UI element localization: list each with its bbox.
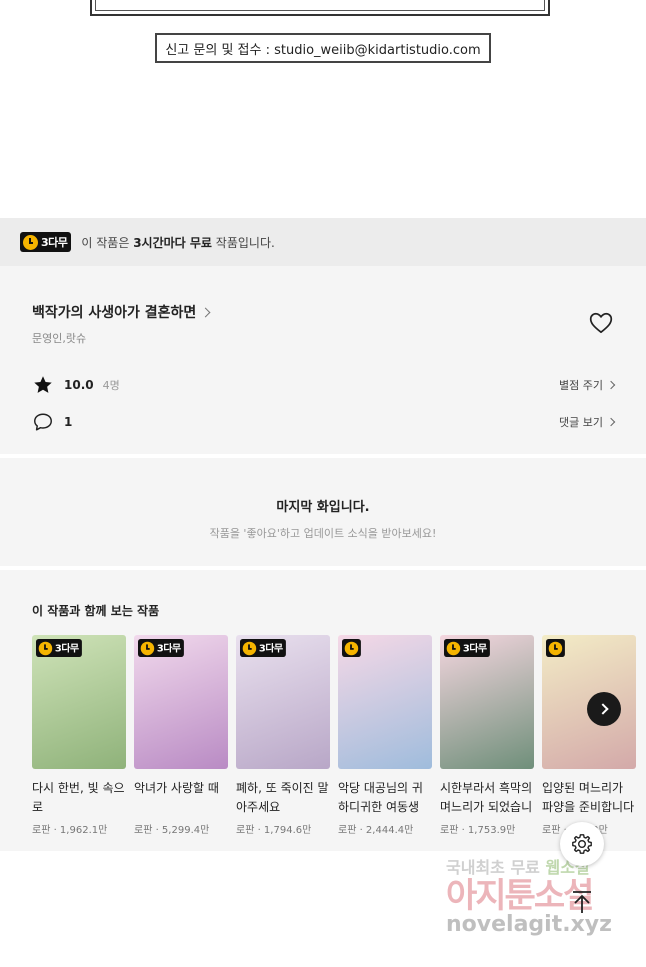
card-meta: 로판 · 2,444.4만 <box>338 825 414 836</box>
free-badge: 3다무 <box>138 639 185 657</box>
clock-icon <box>140 641 155 655</box>
free-banner: 3다무 이 작품은 3시간마다 무료 작품입니다. <box>0 218 646 266</box>
recommendations-title: 이 작품과 함께 보는 작품 <box>32 604 160 618</box>
card-meta: 로판 · 5,299.4만 <box>134 825 210 836</box>
rating-row: 10.0 4명 별점 주기 <box>32 374 616 396</box>
cover-image: 3다무 <box>440 635 534 769</box>
comment-icon <box>34 413 52 431</box>
clock-icon <box>548 641 563 655</box>
chevron-right-icon <box>606 380 616 390</box>
free-text: 이 작품은 3시간마다 무료 작품입니다. <box>81 234 274 251</box>
card-title: 폐하, 또 죽이진 말아주세요 <box>236 781 329 814</box>
badge-label: 3다무 <box>54 642 79 655</box>
cover-image: 3다무 <box>236 635 330 769</box>
recommendations: 이 작품과 함께 보는 작품 3다무 다시 한번, 빛 속으로 로판 · 1,9… <box>0 570 646 851</box>
clock-icon <box>344 641 359 655</box>
cover-image <box>338 635 432 769</box>
card-title: 다시 한번, 빛 속으로 <box>32 781 125 814</box>
clock-icon <box>242 641 257 655</box>
free-text-suffix: 작품입니다. <box>211 235 275 250</box>
recommendation-card[interactable]: 3다무 폐하, 또 죽이진 말아주세요 로판 · 1,794.6만 <box>236 635 330 836</box>
free-badge: 3다무 <box>444 639 491 657</box>
free-badge: 3다무 <box>240 639 287 657</box>
rating-value: 10.0 <box>64 378 94 392</box>
card-meta: 로판 · 1,962.1만 <box>32 825 108 836</box>
clock-icon <box>38 641 53 655</box>
clock-icon <box>23 234 38 250</box>
chevron-right-icon <box>606 417 616 427</box>
free-badge: 3다무 <box>36 639 83 657</box>
report-contact: 신고 문의 및 접수 : studio_weiib@kidartistudio.… <box>155 33 491 63</box>
work-title-link[interactable]: 백작가의 사생아가 결혼하면 <box>32 302 211 322</box>
rate-label: 별점 주기 <box>559 379 603 392</box>
recommendation-card[interactable]: 3다무 다시 한번, 빛 속으로 로판 · 1,962.1만 <box>32 635 126 836</box>
card-title: 시한부라서 흑막의 며느리가 되었습니다 <box>440 781 533 814</box>
last-episode-sub: 작품을 '좋아요'하고 업데이트 소식을 받아보세요! <box>209 527 437 540</box>
recommendation-card[interactable]: 입양된 며느리가 파양을 준비합니다 로판 · 919.2만 <box>542 635 636 836</box>
chevron-right-icon <box>596 703 609 715</box>
scroll-top-icon[interactable] <box>568 888 596 916</box>
work-title: 백작가의 사생아가 결혼하면 <box>32 305 197 321</box>
cover-image: 3다무 <box>32 635 126 769</box>
work-info: 백작가의 사생아가 결혼하면 문영인,랏슈 10.0 4명 별점 주기 1 댓글… <box>0 266 646 454</box>
comments-label: 댓글 보기 <box>559 416 603 429</box>
card-meta: 로판 · 1,753.9만 <box>440 825 516 836</box>
free-text-highlight: 3시간마다 무료 <box>133 235 212 250</box>
card-title: 입양된 며느리가 파양을 준비합니다 <box>542 781 635 814</box>
work-authors: 문영인,랏슈 <box>32 332 87 345</box>
free-text-prefix: 이 작품은 <box>81 235 134 250</box>
comments-button[interactable]: 댓글 보기 <box>559 414 616 430</box>
gear-icon <box>572 834 592 854</box>
badge-label: 3다무 <box>156 642 181 655</box>
free-badge <box>342 639 361 657</box>
free-badge <box>546 639 565 657</box>
settings-button[interactable] <box>560 822 604 866</box>
top-frame <box>90 0 550 16</box>
clock-icon <box>446 641 461 655</box>
card-meta: 로판 · 1,794.6만 <box>236 825 312 836</box>
free-badge: 3다무 <box>20 232 72 252</box>
star-icon <box>34 376 52 393</box>
card-title: 악당 대공님의 귀하디귀한 여동생 <box>338 781 423 814</box>
badge-label: 3다무 <box>258 642 283 655</box>
badge-label: 3다무 <box>41 236 68 249</box>
next-button[interactable] <box>587 692 621 726</box>
recommendation-list: 3다무 다시 한번, 빛 속으로 로판 · 1,962.1만 3다무 악녀가 사… <box>32 635 644 836</box>
chevron-right-icon <box>200 307 211 317</box>
card-title: 악녀가 사랑할 때 <box>134 781 219 795</box>
recommendation-card[interactable]: 악당 대공님의 귀하디귀한 여동생 로판 · 2,444.4만 <box>338 635 432 836</box>
cover-image: 3다무 <box>134 635 228 769</box>
badge-label: 3다무 <box>462 642 487 655</box>
heart-icon[interactable] <box>588 310 614 336</box>
comments-count: 1 <box>64 415 73 429</box>
last-episode-heading: 마지막 화입니다. <box>276 500 370 515</box>
recommendation-card[interactable]: 3다무 악녀가 사랑할 때 로판 · 5,299.4만 <box>134 635 228 836</box>
last-episode-notice: 마지막 화입니다. 작품을 '좋아요'하고 업데이트 소식을 받아보세요! <box>0 458 646 566</box>
rate-button[interactable]: 별점 주기 <box>559 377 616 393</box>
recommendation-card[interactable]: 3다무 시한부라서 흑막의 며느리가 되었습니다 로판 · 1,753.9만 <box>440 635 534 836</box>
comments-row: 1 댓글 보기 <box>32 411 616 433</box>
rating-count: 4명 <box>102 379 120 392</box>
